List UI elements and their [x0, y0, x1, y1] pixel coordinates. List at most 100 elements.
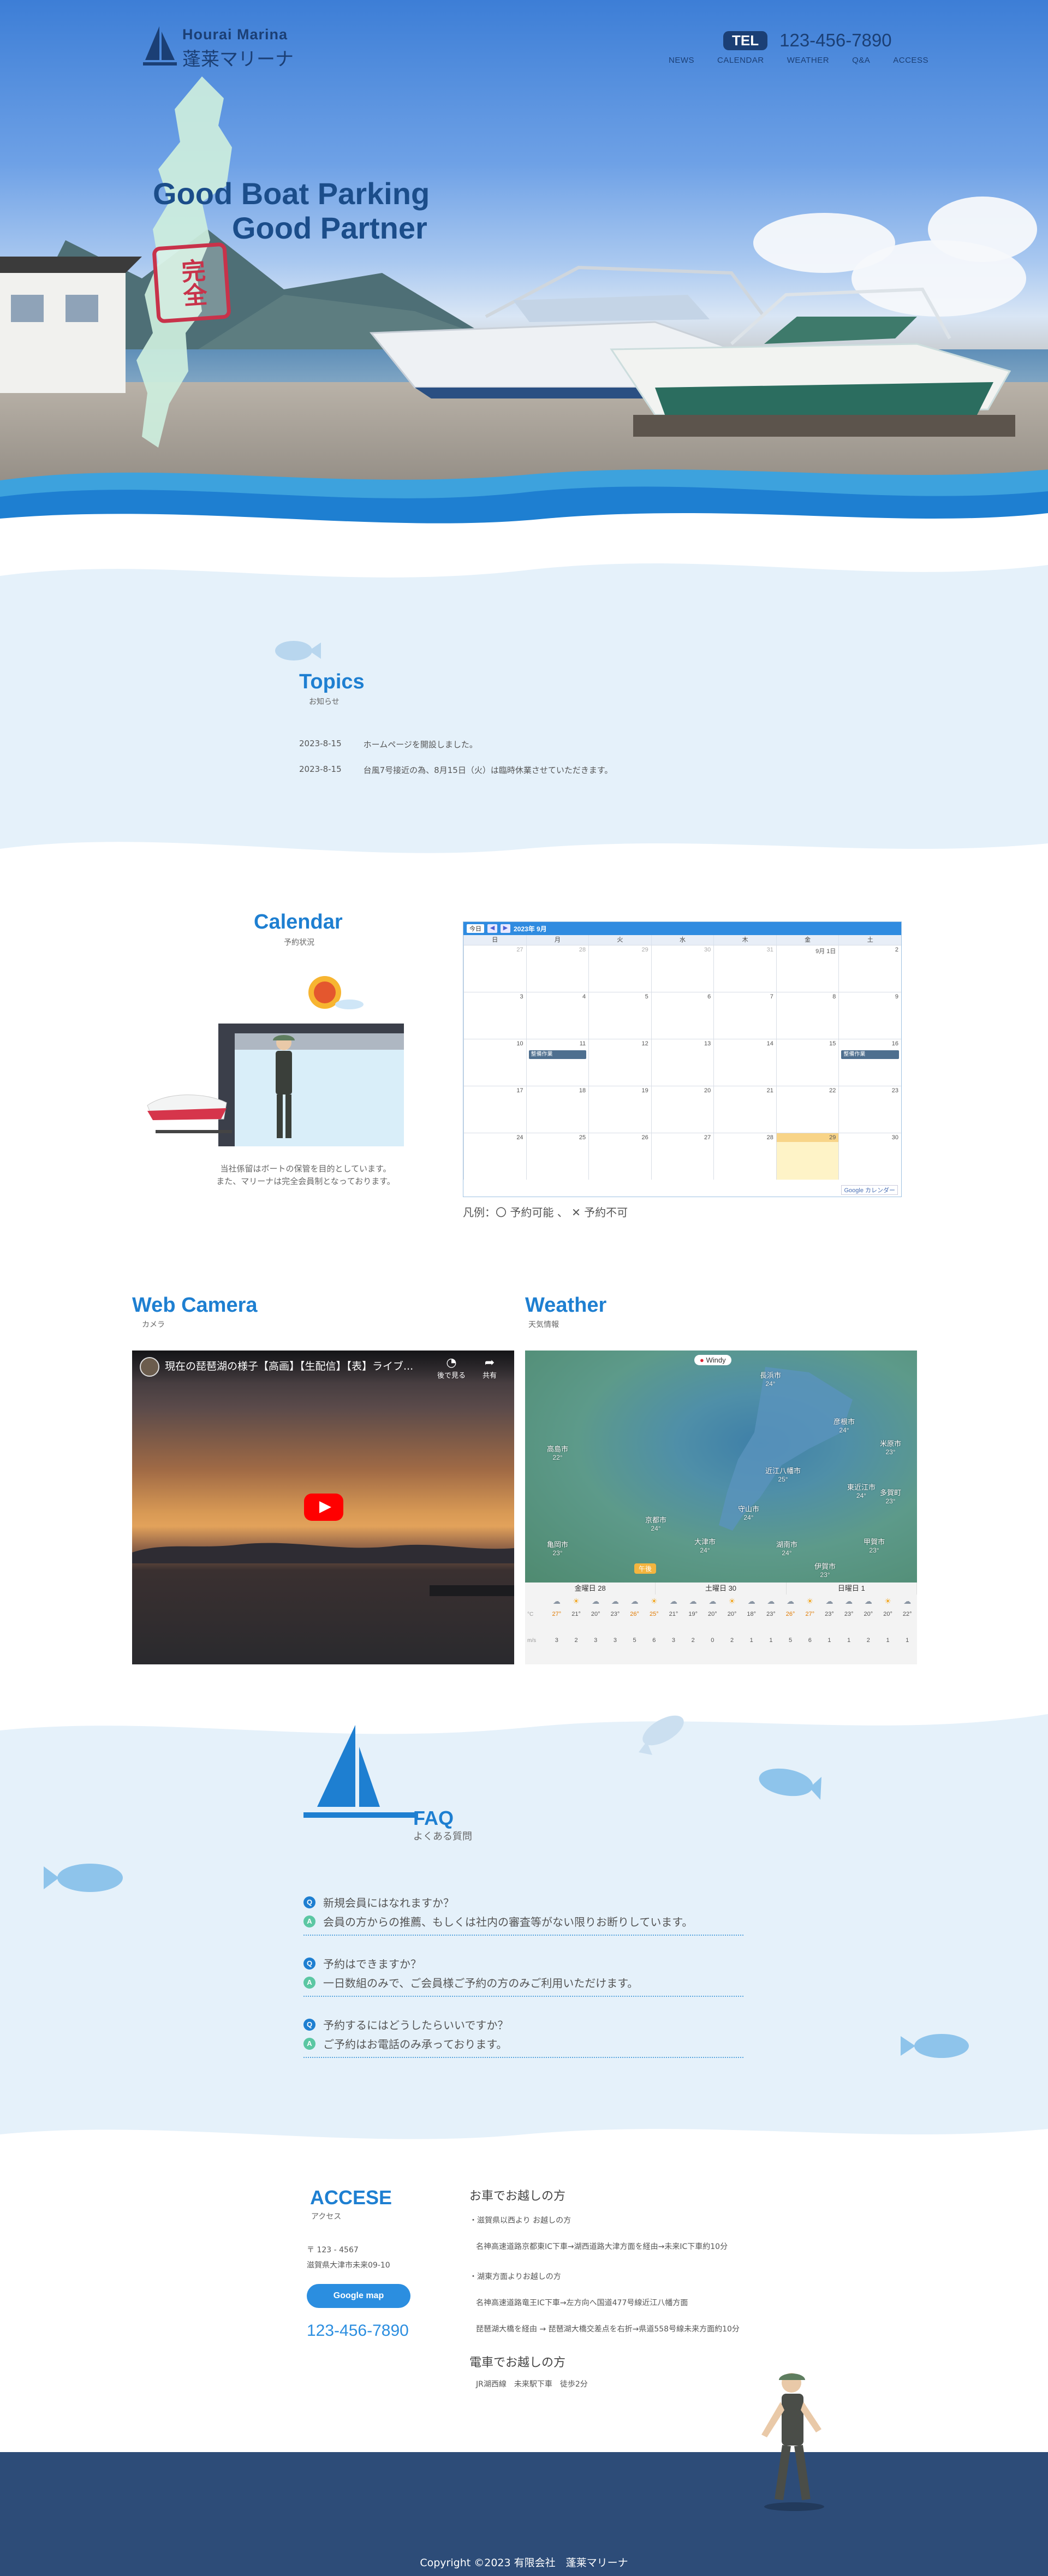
sun-icon: ☀: [573, 1596, 580, 1605]
calendar-day-cell[interactable]: 25: [526, 1133, 589, 1180]
calendar-day-cell[interactable]: 18: [526, 1086, 589, 1133]
site-logo[interactable]: Hourai Marina 蓬莱マリーナ: [143, 26, 294, 71]
webcam-title: Web Camera: [132, 1294, 258, 1317]
share-button[interactable]: ➦ 共有: [473, 1356, 506, 1380]
calendar-day-number: 21: [766, 1087, 773, 1094]
forecast-temp: 20°: [883, 1611, 892, 1617]
google-calendar-widget[interactable]: 今日 ◀ ▶ 2023年 9月 日月火水木金土 27 28 29 30 31 9月 1日 2…: [463, 921, 902, 1197]
calendar-day-cell[interactable]: 15: [776, 1039, 839, 1086]
logo-japanese: 蓬莱マリーナ: [182, 49, 294, 70]
calendar-day-cell[interactable]: 5: [588, 992, 651, 1039]
nav-access[interactable]: ACCESS: [893, 56, 928, 65]
calendar-next-button[interactable]: ▶: [501, 924, 510, 933]
video-title[interactable]: 現在の琵琶湖の様子【高画】【生配信】【表】ライブ...: [165, 1358, 413, 1373]
cloud-icon: ☁: [845, 1596, 853, 1605]
calendar-day-cell[interactable]: 3: [463, 992, 526, 1039]
faq-item[interactable]: Q 予約するにはどうしたらいいですか？ A ご予約はお電話のみ承っております。: [303, 2016, 743, 2058]
weekday-label: 木: [713, 935, 776, 945]
calendar-day-cell[interactable]: 29: [588, 945, 651, 992]
access-tel[interactable]: 123-456-7890: [307, 2322, 409, 2340]
route-from-east-detail-2: 琵琶湖大橋を経由 → 琵琶湖大橋交差点を右折→県道558号線未来方面約10分: [476, 2325, 740, 2334]
calendar-day-cell[interactable]: 2: [838, 945, 901, 992]
calendar-day-cell[interactable]: 30: [651, 945, 714, 992]
topic-item[interactable]: 2023-8-15 台風7号接近の為、8月15日（火）は臨時休業させていただきま…: [299, 764, 612, 776]
fish-icon: [901, 2034, 969, 2058]
calendar-toolbar: 今日 ◀ ▶ 2023年 9月: [463, 922, 901, 935]
share-icon: ➦: [484, 1356, 495, 1370]
route-from-east: ・湖東方面よりお越しの方: [469, 2272, 561, 2281]
calendar-day-cell[interactable]: 24: [463, 1133, 526, 1180]
calendar-day-cell[interactable]: 14: [713, 1039, 776, 1086]
weather-city: 守山市 24°: [738, 1505, 760, 1521]
calendar-event[interactable]: 整備作業: [841, 1050, 899, 1059]
calendar-day-cell[interactable]: 8: [776, 992, 839, 1039]
calendar-day-cell[interactable]: 6: [651, 992, 714, 1039]
calendar-day-cell[interactable]: 26: [588, 1133, 651, 1180]
windy-weather-widget[interactable]: ● Windy 長浜市 24° 彦根市 24° 米原市 23° 多賀町 23° 高島市 2…: [525, 1351, 917, 1664]
faq-item[interactable]: Q 予約はできますか？ A 一日数組のみで、ご会員様ご予約の方のみご利用いただけます…: [303, 1955, 743, 1997]
calendar-day-cell[interactable]: 29: [776, 1133, 839, 1180]
youtube-play-button[interactable]: [304, 1494, 343, 1521]
forecast-wind: 1: [886, 1637, 890, 1644]
calendar-day-cell[interactable]: 28: [526, 945, 589, 992]
calendar-day-cell[interactable]: 21: [713, 1086, 776, 1133]
windy-brand[interactable]: ● Windy: [694, 1355, 731, 1365]
channel-avatar[interactable]: [140, 1357, 159, 1377]
calendar-day-number: 17: [516, 1087, 523, 1094]
calendar-day-number: 22: [829, 1087, 836, 1094]
cloud-icon: ☁: [552, 1596, 561, 1605]
nav-weather[interactable]: WEATHER: [787, 56, 829, 65]
forecast-wind: 5: [789, 1637, 793, 1644]
calendar-today-button[interactable]: 今日: [467, 924, 484, 933]
calendar-day-cell[interactable]: 9: [838, 992, 901, 1039]
faq-question: 予約はできますか？: [323, 1958, 421, 1971]
faq-top-wave: [0, 1703, 1048, 1734]
calendar-day-cell[interactable]: 17: [463, 1086, 526, 1133]
weather-title: Weather: [525, 1294, 607, 1317]
calendar-day-cell[interactable]: 20: [651, 1086, 714, 1133]
calendar-day-cell[interactable]: 10: [463, 1039, 526, 1086]
calendar-day-cell[interactable]: 9月 1日: [776, 945, 839, 992]
calendar-day-number: 30: [704, 947, 711, 953]
calendar-day-cell[interactable]: 27: [463, 945, 526, 992]
header-tel[interactable]: TEL 123-456-7890: [723, 30, 892, 51]
nav-calendar[interactable]: CALENDAR: [717, 56, 764, 65]
cloud-icon: ☁: [767, 1596, 775, 1605]
calendar-day-cell[interactable]: 31: [713, 945, 776, 992]
topic-item[interactable]: 2023-8-15 ホームページを開設しました。: [299, 739, 478, 750]
video-pier: [430, 1585, 514, 1596]
google-calendar-link[interactable]: Google カレンダー: [841, 1185, 898, 1195]
calendar-day-cell[interactable]: 4: [526, 992, 589, 1039]
weather-city: 伊賀市 23°: [814, 1562, 836, 1579]
answer-badge: A: [303, 1915, 315, 1927]
calendar-day-cell[interactable]: 28: [713, 1133, 776, 1180]
calendar-day-cell[interactable]: 11 整備作業: [526, 1039, 589, 1086]
calendar-day-cell[interactable]: 16 整備作業: [838, 1039, 901, 1086]
forecast-wind: 6: [808, 1637, 812, 1644]
faq-answer: ご予約はお電話のみ承っております。: [323, 2038, 508, 2051]
calendar-day-number: 27: [516, 947, 523, 953]
question-badge: Q: [303, 1896, 315, 1908]
calendar-day-cell[interactable]: 27: [651, 1133, 714, 1180]
calendar-day-cell[interactable]: 13: [651, 1039, 714, 1086]
tel-number[interactable]: 123-456-7890: [779, 30, 892, 51]
cloud-icon: ☁: [630, 1596, 639, 1605]
faq-item[interactable]: Q 新規会員にはなれますか？ A 会員の方からの推薦、もしくは社内の審査等がない限り…: [303, 1894, 743, 1936]
calendar-day-cell[interactable]: 23: [838, 1086, 901, 1133]
nav-news[interactable]: NEWS: [669, 56, 694, 65]
tel-badge: TEL: [723, 31, 768, 50]
calendar-event[interactable]: 整備作業: [528, 1050, 587, 1059]
calendar-day-cell[interactable]: 19: [588, 1086, 651, 1133]
calendar-day-cell[interactable]: 12: [588, 1039, 651, 1086]
forecast-wind: 6: [652, 1637, 656, 1644]
faq-subtitle: よくある質問: [413, 1831, 472, 1842]
calendar-prev-button[interactable]: ◀: [487, 924, 497, 933]
google-map-button[interactable]: Google map: [307, 2284, 410, 2308]
timeline-marker[interactable]: 午後: [634, 1563, 657, 1574]
nav-qa[interactable]: Q&A: [852, 56, 870, 65]
watch-later-button[interactable]: ◔ 後で見る: [435, 1356, 468, 1380]
calendar-day-cell[interactable]: 7: [713, 992, 776, 1039]
webcam-video-player[interactable]: 現在の琵琶湖の様子【高画】【生配信】【表】ライブ... ◔ 後で見る ➦ 共有: [132, 1351, 514, 1664]
calendar-day-cell[interactable]: 30: [838, 1133, 901, 1180]
calendar-day-cell[interactable]: 22: [776, 1086, 839, 1133]
